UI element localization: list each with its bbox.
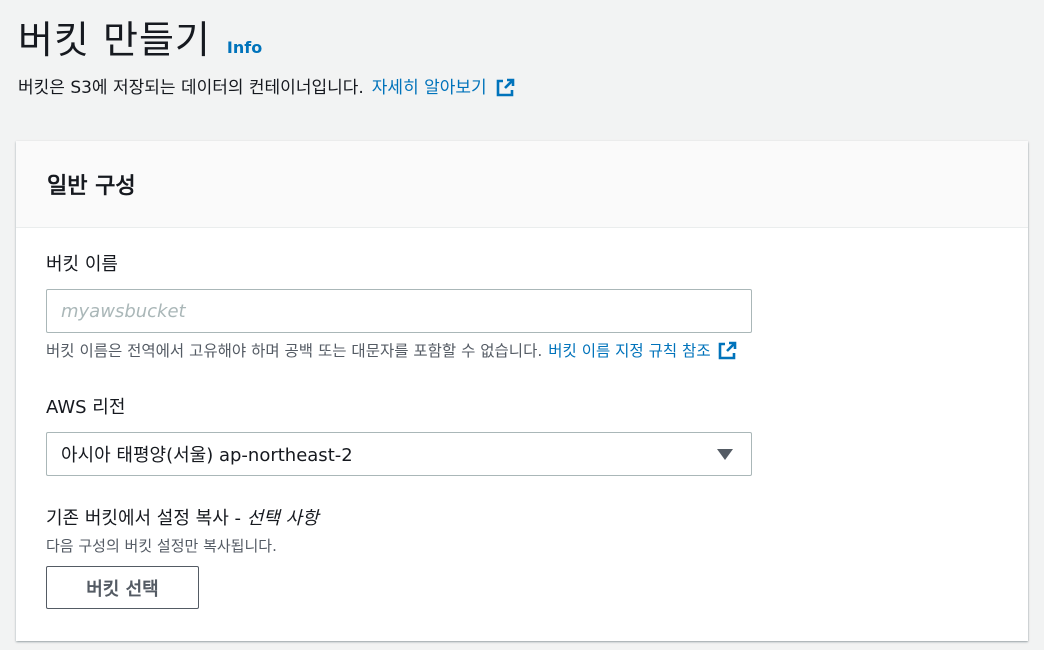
- learn-more-label: 자세히 알아보기: [371, 78, 487, 98]
- copy-settings-description: 다음 구성의 버킷 설정만 복사됩니다.: [46, 537, 277, 555]
- copy-settings-label-text: 기존 버킷에서 설정 복사 -: [46, 508, 241, 529]
- bucket-name-label: 버킷 이름: [46, 254, 118, 275]
- learn-more-link[interactable]: 자세히 알아보기: [372, 76, 515, 100]
- region-select[interactable]: 아시아 태평양(서울) ap-northeast-2: [46, 432, 752, 476]
- choose-bucket-button[interactable]: 버킷 선택: [46, 566, 199, 609]
- naming-rules-link[interactable]: 버킷 이름 지정 규칙 참조: [548, 340, 736, 362]
- region-label: AWS 리전: [46, 397, 126, 418]
- external-link-icon: [495, 78, 515, 98]
- copy-settings-label: 기존 버킷에서 설정 복사 - 선택 사항: [46, 507, 319, 531]
- section-title: 일반 구성: [47, 174, 136, 199]
- page-description: 버킷은 S3에 저장되는 데이터의 컨테이너입니다. 자세히 알아보기: [18, 76, 1044, 100]
- page-header: 버킷 만들기 Info 버킷은 S3에 저장되는 데이터의 컨테이너입니다. 자…: [18, 14, 1044, 100]
- panel-header: 일반 구성: [16, 141, 1028, 228]
- title-row: 버킷 만들기 Info: [18, 14, 1044, 66]
- bucket-name-hint: 버킷 이름은 전역에서 고유해야 하며 공백 또는 대문자를 포함할 수 없습니…: [46, 340, 737, 362]
- region-selected-value: 아시아 태평양(서울) ap-northeast-2: [61, 445, 353, 466]
- page-title: 버킷 만들기: [18, 18, 211, 62]
- bucket-name-hint-text: 버킷 이름은 전역에서 고유해야 하며 공백 또는 대문자를 포함할 수 없습니…: [46, 342, 543, 360]
- info-link[interactable]: Info: [227, 38, 262, 57]
- bucket-name-input[interactable]: [46, 289, 752, 333]
- optional-label: 선택 사항: [246, 508, 319, 529]
- caret-down-icon: [717, 448, 733, 460]
- naming-rules-label: 버킷 이름 지정 규칙 참조: [548, 342, 711, 360]
- description-text: 버킷은 S3에 저장되는 데이터의 컨테이너입니다.: [18, 78, 364, 98]
- general-config-panel: 일반 구성 버킷 이름 버킷 이름은 전역에서 고유해야 하며 공백 또는 대문…: [16, 141, 1028, 641]
- external-link-icon: [717, 341, 737, 361]
